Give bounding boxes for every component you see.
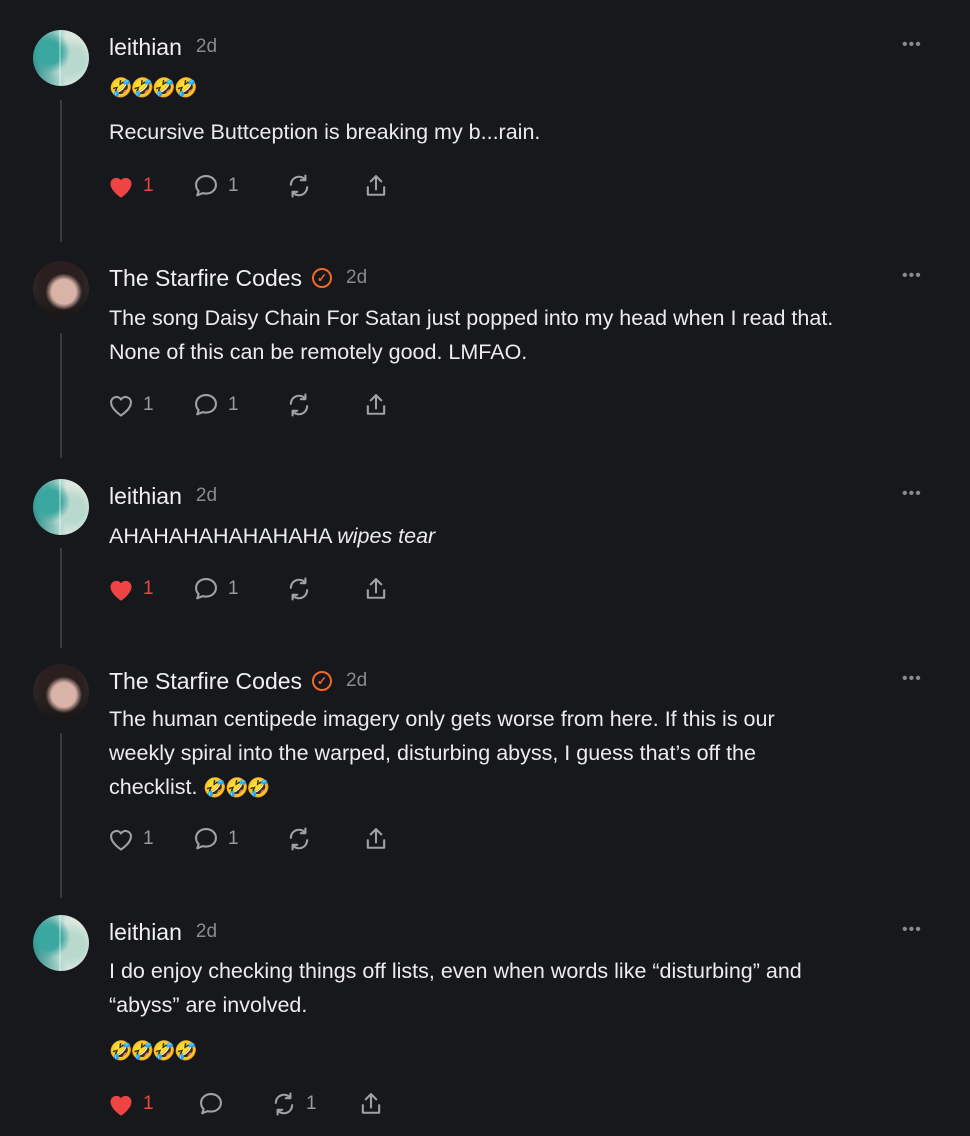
reply-button[interactable]: 1 (192, 824, 239, 854)
verified-icon: ✓ (312, 671, 333, 691)
share-button[interactable] (362, 171, 390, 201)
comment-icon (195, 578, 217, 600)
comment-text: AHAHAHAHAHAHAHA wipes tear (109, 519, 939, 553)
heart-icon (110, 829, 132, 851)
like-button[interactable]: 1 (107, 1089, 154, 1119)
like-button[interactable]: 1 (107, 390, 154, 420)
timestamp: 2d (195, 921, 218, 942)
restack-button[interactable] (285, 824, 321, 854)
like-button[interactable]: 1 (107, 574, 154, 604)
restack-button[interactable]: 1 (270, 1089, 317, 1119)
comment-header: The Starfire Codes ✓ 2d (109, 263, 367, 293)
comment-text-line: The human centipede imagery only gets wo… (109, 707, 775, 731)
author-name[interactable]: The Starfire Codes (109, 265, 302, 292)
restack-count: 1 (306, 1093, 317, 1114)
comment-text: Recursive Buttception is breaking my b..… (109, 120, 541, 144)
comment-icon (200, 1093, 222, 1115)
more-icon[interactable]: ••• (902, 36, 922, 54)
text-plain: AHAHAHAHAHAHAHA (109, 524, 338, 548)
emoji-line: 🤣🤣🤣🤣 (109, 1033, 939, 1069)
share-button[interactable] (362, 824, 390, 854)
author-name[interactable]: leithian (109, 34, 182, 61)
reply-button[interactable]: 1 (192, 390, 239, 420)
author-name[interactable]: leithian (109, 483, 182, 510)
thread-line (60, 733, 62, 898)
restack-icon (289, 827, 309, 851)
reply-button[interactable] (197, 1089, 233, 1119)
heart-icon (110, 580, 132, 601)
comment-header: The Starfire Codes ✓ 2d (109, 666, 367, 696)
like-count: 1 (143, 578, 154, 599)
text-italic: wipes tear (337, 524, 436, 548)
like-count: 1 (143, 1093, 154, 1114)
share-button[interactable] (362, 574, 390, 604)
like-button[interactable]: 1 (107, 171, 154, 201)
comment-icon (195, 394, 217, 416)
comment-body: 🤣🤣🤣🤣 (109, 70, 939, 106)
share-icon (366, 394, 386, 415)
avatar[interactable] (33, 479, 89, 535)
comment-text-line: checklist. 🤣🤣🤣 (109, 770, 939, 806)
avatar[interactable] (33, 915, 89, 971)
restack-icon (274, 1092, 294, 1116)
heart-icon (110, 395, 132, 417)
thread-line (60, 333, 62, 458)
reply-count: 1 (228, 175, 239, 196)
comment-header: leithian 2d (109, 32, 217, 62)
like-count: 1 (143, 394, 154, 415)
comment-header: leithian 2d (109, 481, 217, 511)
avatar[interactable] (33, 664, 89, 720)
heart-icon (110, 1095, 132, 1116)
comment-header: leithian 2d (109, 917, 217, 947)
restack-icon (289, 577, 309, 601)
share-button[interactable] (357, 1089, 385, 1119)
reply-button[interactable]: 1 (192, 574, 239, 604)
comment-text-line: The song Daisy Chain For Satan just popp… (109, 306, 834, 330)
share-icon (366, 828, 386, 849)
more-icon[interactable]: ••• (902, 921, 922, 939)
like-count: 1 (143, 175, 154, 196)
restack-icon (289, 393, 309, 417)
author-name[interactable]: leithian (109, 919, 182, 946)
avatar[interactable] (33, 30, 89, 86)
reply-count: 1 (228, 828, 239, 849)
comment-text-line: “abyss” are involved. (109, 993, 308, 1017)
timestamp: 2d (346, 670, 368, 691)
thread-line (60, 100, 62, 242)
comment-icon (195, 175, 217, 197)
timestamp: 2d (195, 485, 218, 506)
share-icon (366, 578, 386, 599)
emoji-inline: 🤣🤣🤣 (203, 778, 270, 799)
more-icon[interactable]: ••• (902, 267, 922, 285)
thread-line (60, 548, 62, 648)
like-count: 1 (143, 828, 154, 849)
share-button[interactable] (362, 390, 390, 420)
emoji-line: 🤣🤣🤣🤣 (109, 78, 198, 99)
reply-count: 1 (228, 578, 239, 599)
share-icon (366, 175, 386, 196)
heart-icon (110, 177, 132, 198)
like-button[interactable]: 1 (107, 824, 154, 854)
share-icon (361, 1093, 381, 1114)
more-icon[interactable]: ••• (902, 670, 922, 688)
comment-text-line: None of this can be remotely good. LMFAO… (109, 340, 528, 364)
avatar[interactable] (33, 261, 89, 317)
verified-icon: ✓ (312, 268, 333, 288)
restack-button[interactable] (285, 390, 321, 420)
text-plain: checklist. (109, 775, 204, 799)
comment-text-line: I do enjoy checking things off lists, ev… (109, 959, 802, 983)
emoji-line-text: 🤣🤣🤣🤣 (109, 1041, 198, 1062)
reply-button[interactable]: 1 (192, 171, 239, 201)
timestamp: 2d (195, 36, 218, 57)
restack-icon (289, 174, 309, 198)
restack-button[interactable] (285, 171, 321, 201)
timestamp: 2d (346, 267, 368, 288)
more-icon[interactable]: ••• (902, 485, 922, 503)
comment-icon (195, 828, 217, 850)
comment-text-line: weekly spiral into the warped, disturbin… (109, 741, 756, 765)
restack-button[interactable] (285, 574, 321, 604)
reply-count: 1 (228, 394, 239, 415)
author-name[interactable]: The Starfire Codes (109, 668, 302, 695)
